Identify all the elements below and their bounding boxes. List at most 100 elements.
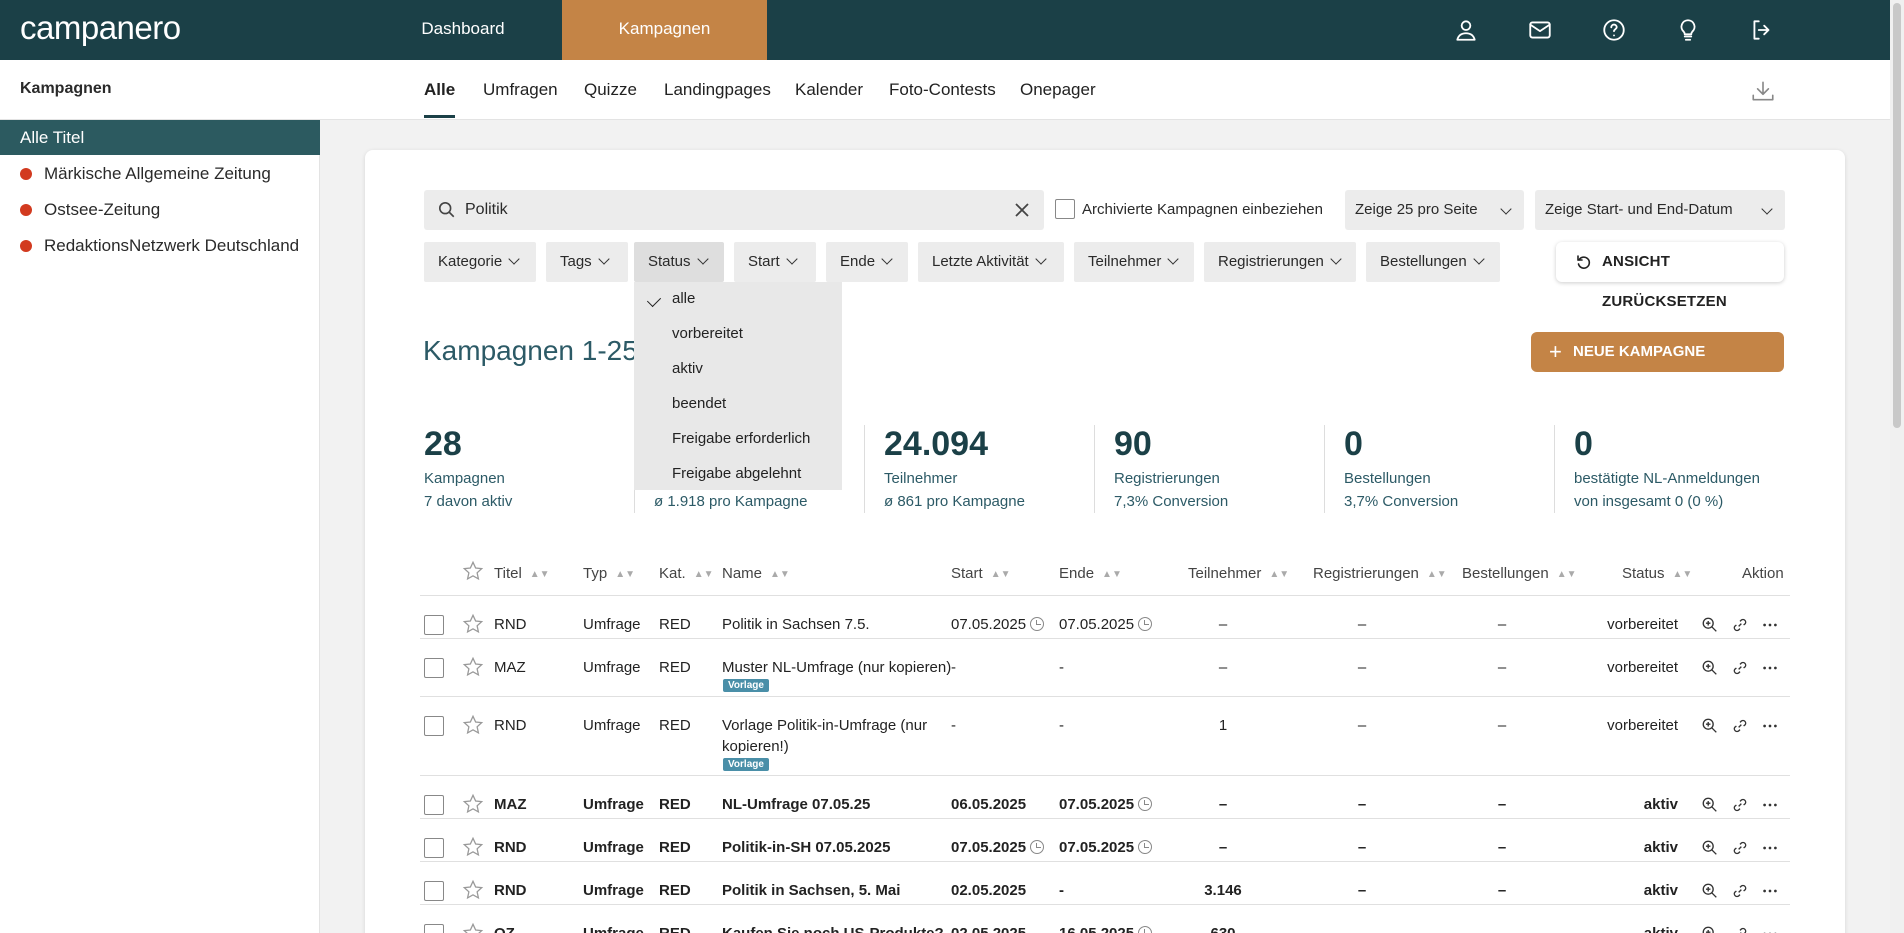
sidebar-item-alle-titel[interactable]: Alle Titel — [0, 120, 320, 155]
filter-kategorie[interactable]: Kategorie — [424, 242, 536, 282]
date-mode-select[interactable]: Zeige Start- und End-Datum — [1535, 190, 1785, 230]
more-icon[interactable] — [1761, 659, 1779, 677]
lightbulb-icon[interactable] — [1674, 16, 1702, 44]
sidebar-item-maz[interactable]: Märkische Allgemeine Zeitung — [0, 156, 320, 191]
filter-start[interactable]: Start — [734, 242, 816, 282]
status-option-aktiv[interactable]: aktiv — [672, 360, 703, 377]
tab-alle[interactable]: Alle — [424, 80, 456, 118]
status-option-beendet[interactable]: beendet — [672, 395, 726, 412]
star-icon[interactable] — [462, 714, 484, 736]
star-icon[interactable] — [462, 613, 484, 635]
column-header-teilnehmer[interactable]: Teilnehmer ▲▼ — [1188, 565, 1289, 582]
cell-titel: RND — [494, 882, 527, 899]
cell-name[interactable]: NL-Umfrage 07.05.25 — [722, 796, 870, 813]
logout-icon[interactable] — [1748, 16, 1776, 44]
status-option-vorbereitet[interactable]: vorbereitet — [672, 325, 743, 342]
filter-registrierungen[interactable]: Registrierungen — [1204, 242, 1356, 282]
link-icon[interactable] — [1731, 796, 1749, 814]
more-icon[interactable] — [1761, 839, 1779, 857]
link-icon[interactable] — [1731, 839, 1749, 857]
cell-name[interactable]: Muster NL-Umfrage (nur kopieren) — [722, 659, 951, 676]
star-icon[interactable] — [462, 793, 484, 815]
column-header-status[interactable]: Status ▲▼ — [1622, 565, 1692, 582]
column-header-titel[interactable]: Titel ▲▼ — [494, 565, 550, 582]
cell-name-line2[interactable]: kopieren!) — [722, 738, 789, 755]
sidebar-item-oz[interactable]: Ostsee-Zeitung — [0, 192, 320, 227]
column-header-kat[interactable]: Kat. ▲▼ — [659, 565, 713, 582]
star-icon[interactable] — [462, 922, 484, 933]
filter-bestellungen[interactable]: Bestellungen — [1366, 242, 1500, 282]
tab-foto-contests[interactable]: Foto-Contests — [889, 80, 996, 100]
more-icon[interactable] — [1761, 796, 1779, 814]
row-checkbox[interactable] — [424, 716, 444, 736]
star-icon[interactable] — [462, 879, 484, 901]
column-header-ende[interactable]: Ende ▲▼ — [1059, 565, 1122, 582]
row-checkbox[interactable] — [424, 881, 444, 901]
campanero-logo[interactable]: campanero — [20, 9, 181, 47]
download-icon[interactable] — [1750, 78, 1776, 104]
cell-name[interactable]: Politik in Sachsen, 5. Mai — [722, 882, 900, 899]
zoom-icon[interactable] — [1701, 796, 1719, 814]
star-icon[interactable] — [462, 560, 484, 582]
column-header-start[interactable]: Start ▲▼ — [951, 565, 1010, 582]
clock-icon — [1138, 926, 1153, 933]
star-icon[interactable] — [462, 836, 484, 858]
archive-checkbox[interactable] — [1055, 199, 1075, 219]
row-checkbox[interactable] — [424, 795, 444, 815]
sidebar-item-rnd[interactable]: RedaktionsNetzwerk Deutschland — [0, 228, 320, 263]
star-icon[interactable] — [462, 656, 484, 678]
row-checkbox[interactable] — [424, 658, 444, 678]
zoom-icon[interactable] — [1701, 659, 1719, 677]
filter-letzte-aktivitaet[interactable]: Letzte Aktivität — [918, 242, 1064, 282]
search-input[interactable]: Politik — [424, 190, 1044, 230]
column-header-bestellungen[interactable]: Bestellungen ▲▼ — [1462, 565, 1577, 582]
cell-name[interactable]: Politik in Sachsen 7.5. — [722, 616, 870, 633]
zoom-icon[interactable] — [1701, 925, 1719, 933]
chevron-down-icon — [1167, 253, 1180, 265]
more-icon[interactable] — [1761, 616, 1779, 634]
row-checkbox[interactable] — [424, 615, 444, 635]
new-campaign-button[interactable]: + NEUE KAMPAGNE ERSTELLEN — [1531, 332, 1784, 400]
cell-name[interactable]: Kaufen Sie noch US-Produkte? — [722, 925, 944, 933]
nav-tab-dashboard[interactable]: Dashboard — [378, 0, 548, 60]
scrollbar-thumb[interactable] — [1893, 3, 1901, 428]
filter-teilnehmer[interactable]: Teilnehmer — [1074, 242, 1194, 282]
more-icon[interactable] — [1761, 717, 1779, 735]
filter-status[interactable]: Status — [634, 242, 724, 282]
help-icon[interactable] — [1600, 16, 1628, 44]
status-option-freigabe-abgelehnt[interactable]: Freigabe abgelehnt — [672, 465, 801, 482]
mail-icon[interactable] — [1526, 16, 1554, 44]
link-icon[interactable] — [1731, 616, 1749, 634]
per-page-select[interactable]: Zeige 25 pro Seite — [1345, 190, 1524, 230]
column-header-typ[interactable]: Typ ▲▼ — [583, 565, 635, 582]
zoom-icon[interactable] — [1701, 839, 1719, 857]
zoom-icon[interactable] — [1701, 717, 1719, 735]
filter-tags[interactable]: Tags — [546, 242, 628, 282]
link-icon[interactable] — [1731, 659, 1749, 677]
status-option-alle[interactable]: alle — [672, 290, 695, 307]
user-icon[interactable] — [1452, 16, 1480, 44]
zoom-icon[interactable] — [1701, 616, 1719, 634]
filter-ende[interactable]: Ende — [826, 242, 908, 282]
more-icon[interactable] — [1761, 925, 1779, 933]
tab-landingpages[interactable]: Landingpages — [664, 80, 771, 100]
status-option-freigabe-erforderlich[interactable]: Freigabe erforderlich — [672, 430, 810, 447]
row-checkbox[interactable] — [424, 838, 444, 858]
column-header-registrierungen[interactable]: Registrierungen ▲▼ — [1313, 565, 1447, 582]
cell-name[interactable]: Vorlage Politik-in-Umfrage (nur — [722, 717, 927, 734]
reset-view-button[interactable]: ANSICHT ZURÜCKSETZEN — [1556, 242, 1784, 310]
nav-tab-kampagnen[interactable]: Kampagnen — [562, 0, 767, 60]
tab-umfragen[interactable]: Umfragen — [483, 80, 558, 100]
link-icon[interactable] — [1731, 925, 1749, 933]
clear-search-icon[interactable] — [1014, 202, 1030, 218]
cell-name[interactable]: Politik-in-SH 07.05.2025 — [722, 839, 890, 856]
row-checkbox[interactable] — [424, 924, 444, 933]
more-icon[interactable] — [1761, 882, 1779, 900]
tab-quizze[interactable]: Quizze — [584, 80, 637, 100]
column-header-name[interactable]: Name ▲▼ — [722, 565, 790, 582]
link-icon[interactable] — [1731, 882, 1749, 900]
link-icon[interactable] — [1731, 717, 1749, 735]
zoom-icon[interactable] — [1701, 882, 1719, 900]
tab-kalender[interactable]: Kalender — [795, 80, 863, 100]
tab-onepager[interactable]: Onepager — [1020, 80, 1096, 100]
